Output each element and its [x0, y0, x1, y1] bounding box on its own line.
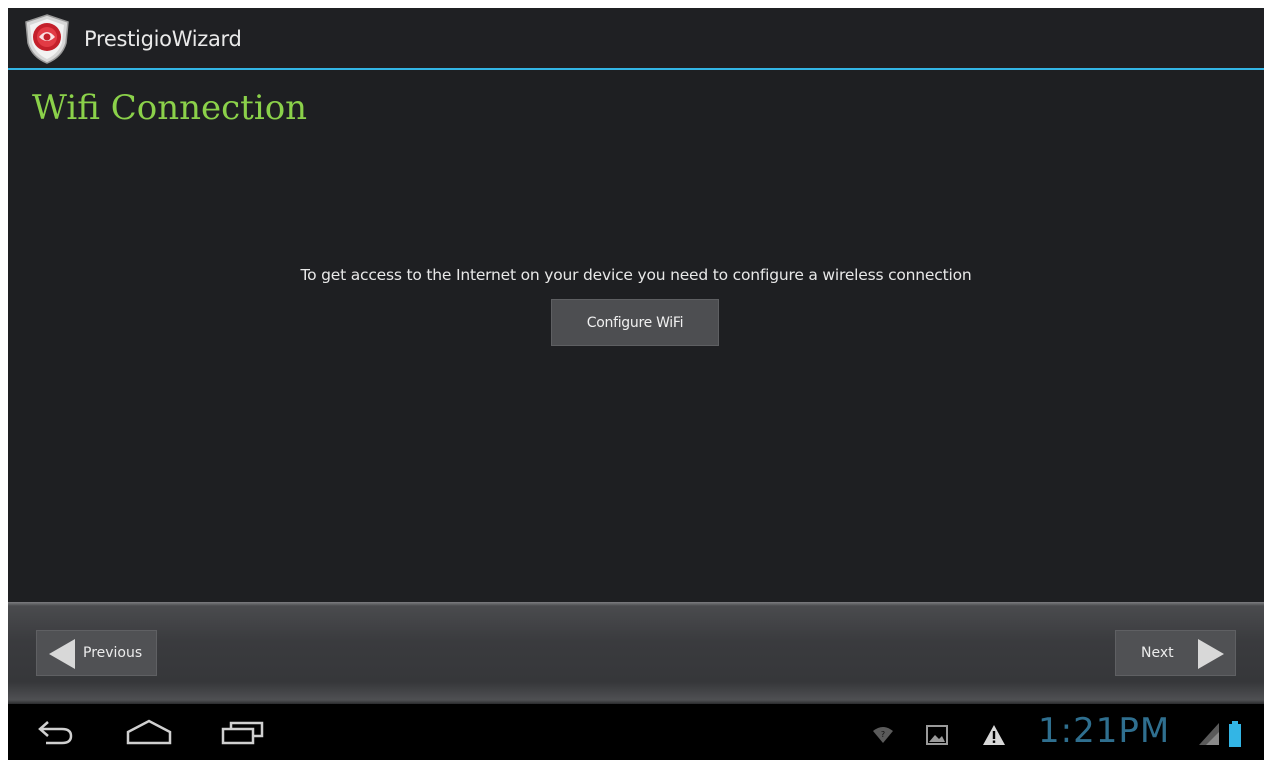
app-logo-icon — [22, 13, 72, 65]
system-navigation-bar: ? 1:21PM — [8, 704, 1264, 760]
action-bar: PrestigioWizard — [8, 8, 1264, 70]
svg-text:?: ? — [881, 730, 885, 739]
arrow-left-icon — [49, 639, 75, 669]
arrow-right-icon — [1198, 639, 1224, 669]
configure-wifi-label: Configure WiFi — [586, 314, 684, 331]
signal-icon — [1199, 723, 1219, 745]
wifi-notification-icon[interactable]: ? — [872, 726, 894, 744]
app-title: PrestigioWizard — [84, 27, 242, 51]
next-button[interactable]: Next — [1115, 630, 1236, 676]
back-icon[interactable] — [34, 718, 76, 746]
next-label: Next — [1141, 645, 1174, 661]
instruction-text: To get access to the Internet on your de… — [300, 266, 972, 284]
battery-icon — [1229, 721, 1241, 747]
configure-wifi-button[interactable]: Configure WiFi — [551, 299, 719, 346]
gallery-notification-icon[interactable] — [926, 725, 948, 745]
tablet-screen: PrestigioWizard Wifi Connection To get a… — [8, 8, 1264, 760]
recent-apps-icon[interactable] — [221, 720, 265, 746]
page-title: Wifi Connection — [32, 88, 308, 128]
warning-notification-icon[interactable] — [982, 724, 1006, 746]
home-icon[interactable] — [125, 718, 173, 746]
previous-label: Previous — [83, 645, 143, 661]
system-clock: 1:21PM — [1038, 711, 1171, 751]
previous-button[interactable]: Previous — [36, 630, 157, 676]
wizard-navigation-bar: Previous Next — [8, 602, 1264, 704]
